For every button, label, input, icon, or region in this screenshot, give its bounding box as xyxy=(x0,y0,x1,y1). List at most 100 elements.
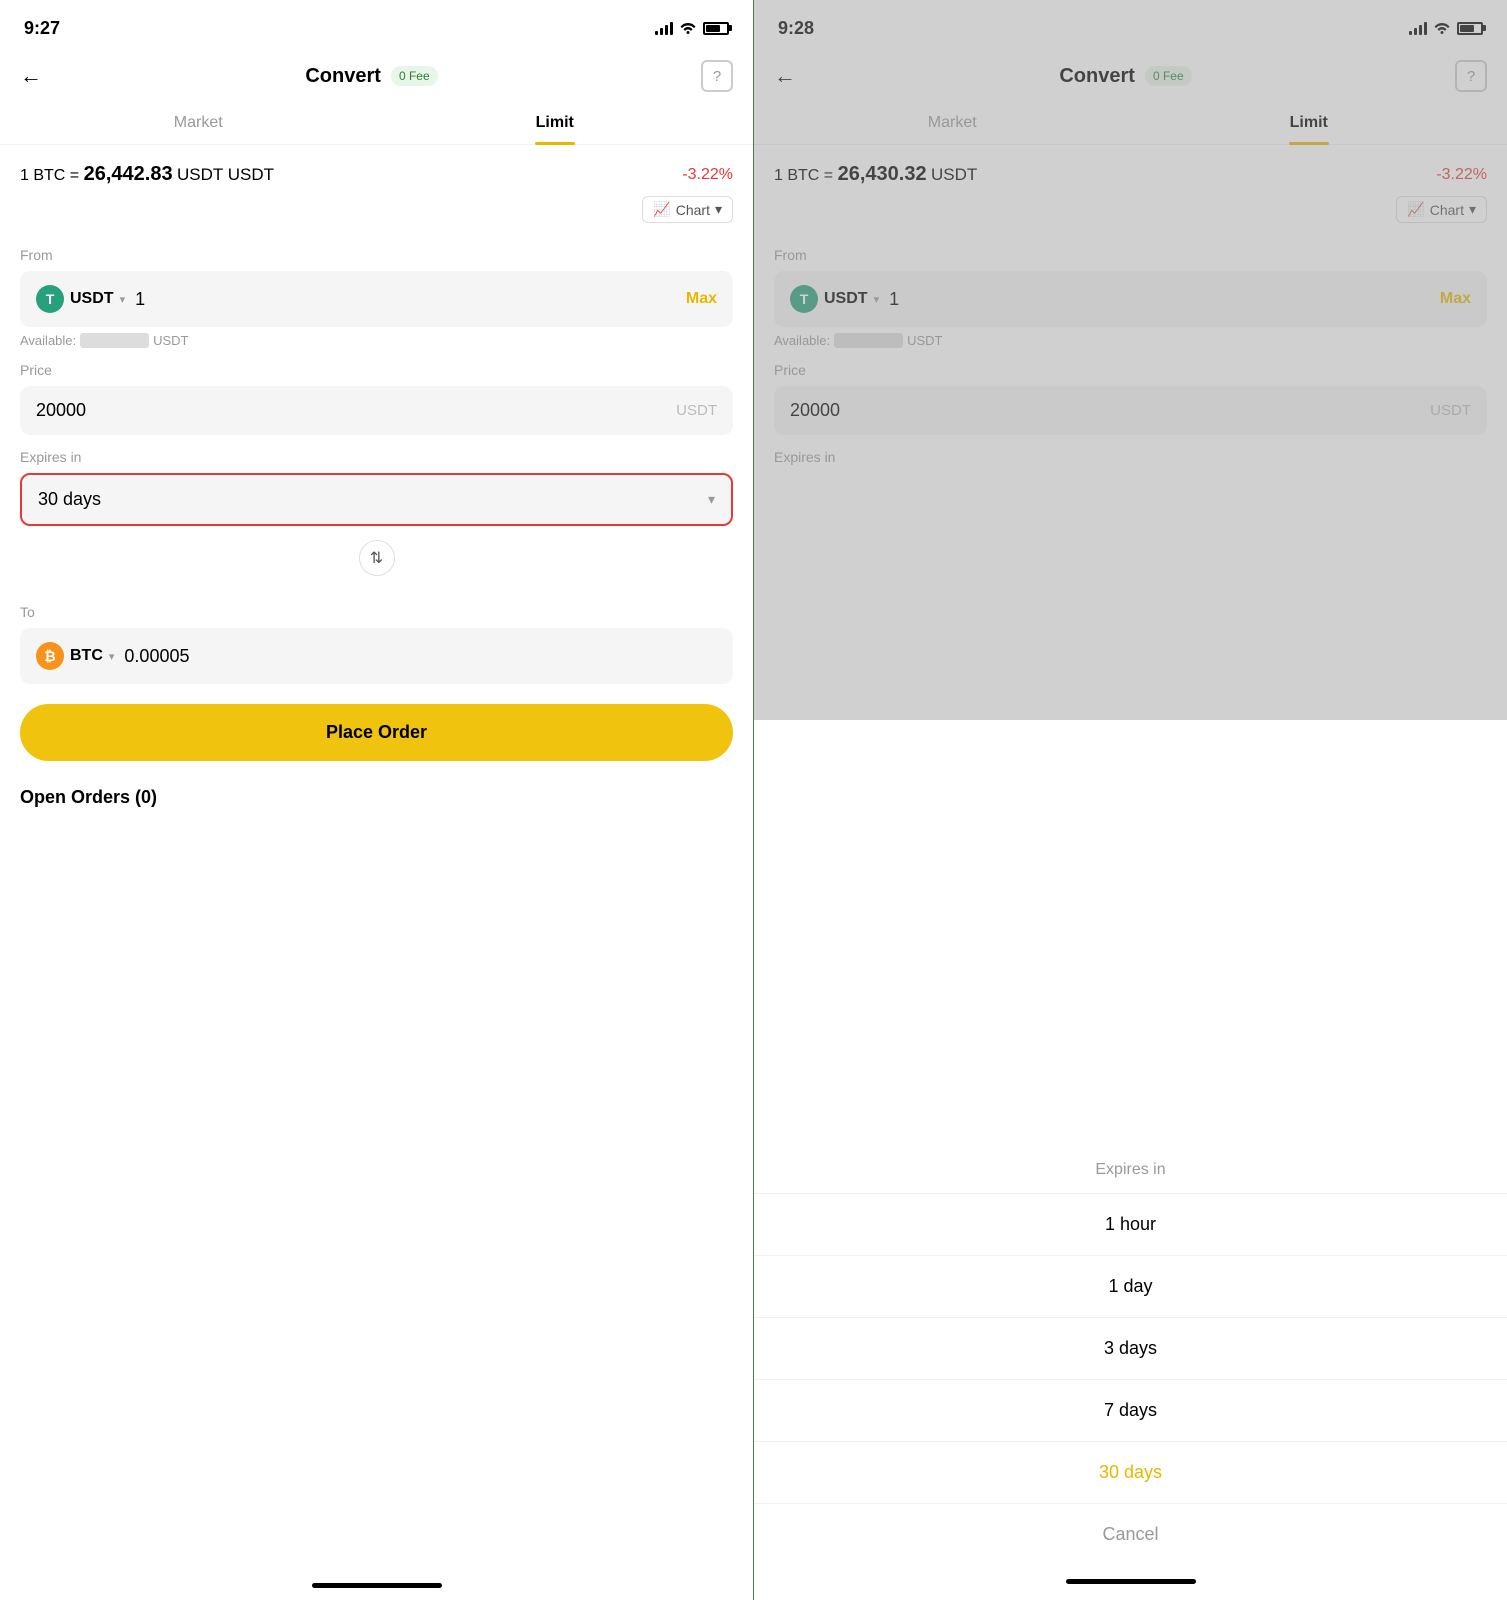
tab-market-right[interactable]: Market xyxy=(774,102,1131,144)
max-button-right[interactable]: Max xyxy=(1440,290,1471,308)
from-currency-selector-right[interactable]: T USDT ▾ xyxy=(790,285,879,313)
from-amount-input-right[interactable] xyxy=(889,289,1430,310)
price-rate-left: 26,442.83 xyxy=(84,163,173,185)
expires-section-right: Expires in xyxy=(754,435,1507,473)
back-button-right[interactable]: ← xyxy=(774,63,796,89)
chart-button-right[interactable]: 📈 Chart ▾ xyxy=(1396,196,1487,223)
status-time-right: 9:28 xyxy=(778,18,814,39)
price-suffix2-left: USDT xyxy=(228,165,274,184)
status-icons-left xyxy=(655,20,729,37)
right-screen: 9:28 ← Convert 0 Fee ? xyxy=(754,0,1507,1600)
tabs-right: Market Limit xyxy=(754,102,1507,145)
price-row-right: 1 BTC = 26,430.32 USDT -3.22% xyxy=(754,145,1507,192)
price-label-left: Price xyxy=(20,362,733,378)
to-section-left: To ₿ BTC ▾ xyxy=(0,590,753,684)
expires-dropdown-left[interactable]: 30 days ▾ xyxy=(22,475,731,524)
price-change-left: -3.22% xyxy=(682,166,733,184)
max-button-left[interactable]: Max xyxy=(686,290,717,308)
from-section-right: From T USDT ▾ Max Available: 0000 USDT xyxy=(754,233,1507,348)
btc-icon-left: ₿ xyxy=(36,642,64,670)
to-amount-input-left[interactable] xyxy=(124,646,717,667)
picker-home-area xyxy=(754,1565,1507,1600)
battery-icon-right xyxy=(1457,22,1483,35)
picker-option-1day[interactable]: 1 day xyxy=(754,1256,1507,1318)
swap-container-left: ⇅ xyxy=(0,540,753,576)
expires-label-left: Expires in xyxy=(20,449,733,465)
from-currency-selector-left[interactable]: T USDT ▾ xyxy=(36,285,125,313)
status-bar-right: 9:28 xyxy=(754,0,1507,50)
to-currency-name-left: BTC xyxy=(70,647,103,665)
picker-header-right: Expires in xyxy=(754,1139,1507,1194)
battery-icon-left xyxy=(703,22,729,35)
fee-badge-right: 0 Fee xyxy=(1145,66,1192,86)
from-amount-input-left[interactable] xyxy=(135,289,676,310)
page-title-right: Convert xyxy=(1059,65,1135,88)
available-label-right: Available: xyxy=(774,333,830,348)
home-indicator-left xyxy=(0,1567,753,1600)
to-currency-selector-left[interactable]: ₿ BTC ▾ xyxy=(36,642,114,670)
nav-header-right: ← Convert 0 Fee ? xyxy=(754,50,1507,102)
from-currency-name-right: USDT xyxy=(824,290,868,308)
chevron-icon-from-left: ▾ xyxy=(120,293,126,306)
price-section-right: Price 20000 USDT xyxy=(754,348,1507,435)
back-button-left[interactable]: ← xyxy=(20,63,42,89)
from-input-row-left: T USDT ▾ Max xyxy=(20,271,733,327)
price-unit-right: USDT xyxy=(1430,402,1471,419)
to-input-row-left: ₿ BTC ▾ xyxy=(20,628,733,684)
tab-limit-left[interactable]: Limit xyxy=(377,102,734,144)
available-text-right: Available: 0000 USDT xyxy=(774,333,1487,348)
from-currency-name-left: USDT xyxy=(70,290,114,308)
available-currency-right: USDT xyxy=(907,333,942,348)
price-suffix-left: USDT xyxy=(177,165,223,184)
picker-option-cancel[interactable]: Cancel xyxy=(754,1504,1507,1565)
picker-option-7days[interactable]: 7 days xyxy=(754,1380,1507,1442)
chevron-icon-from-right: ▾ xyxy=(874,293,880,306)
help-button-right[interactable]: ? xyxy=(1455,60,1487,92)
available-amount-left: 0000 xyxy=(80,333,149,348)
home-bar-right xyxy=(1066,1579,1196,1584)
nav-title-area-right: Convert 0 Fee xyxy=(1059,65,1191,88)
available-text-left: Available: 0000 USDT xyxy=(20,333,733,348)
price-input-value-left: 20000 xyxy=(36,400,676,421)
chart-icon-right: 📈 xyxy=(1407,201,1424,218)
place-order-label-left: Place Order xyxy=(326,722,427,742)
picker-option-3days[interactable]: 3 days xyxy=(754,1318,1507,1380)
chart-button-left[interactable]: 📈 Chart ▾ xyxy=(642,196,733,223)
place-order-button-left[interactable]: Place Order xyxy=(20,704,733,761)
price-input-row-right: 20000 USDT xyxy=(774,386,1487,435)
chevron-icon-to-left: ▾ xyxy=(109,650,115,663)
left-screen: 9:27 ← Convert 0 Fee ? xyxy=(0,0,753,1600)
price-rate-right: 26,430.32 xyxy=(838,163,927,185)
tab-limit-right[interactable]: Limit xyxy=(1131,102,1488,144)
expires-label-right: Expires in xyxy=(774,449,1487,465)
wifi-icon-left xyxy=(679,20,697,37)
expires-value-left: 30 days xyxy=(38,489,101,510)
price-input-value-right: 20000 xyxy=(790,400,1430,421)
tab-market-left[interactable]: Market xyxy=(20,102,377,144)
from-section-left: From T USDT ▾ Max Available: 0000 USDT xyxy=(0,233,753,348)
price-row-left: 1 BTC = 26,442.83 USDT USDT -3.22% xyxy=(0,145,753,192)
nav-title-area-left: Convert 0 Fee xyxy=(305,65,437,88)
price-input-row-left: 20000 USDT xyxy=(20,386,733,435)
from-input-row-right: T USDT ▾ Max xyxy=(774,271,1487,327)
from-label-right: From xyxy=(774,247,1487,263)
available-currency-left: USDT xyxy=(153,333,188,348)
chart-label-right: Chart xyxy=(1430,202,1464,218)
picker-option-30days[interactable]: 30 days xyxy=(754,1442,1507,1504)
swap-button-left[interactable]: ⇅ xyxy=(359,540,395,576)
signal-icon-left xyxy=(655,21,673,35)
chart-icon-left: 📈 xyxy=(653,201,670,218)
price-label-right: Price xyxy=(774,362,1487,378)
picker-option-1hour[interactable]: 1 hour xyxy=(754,1194,1507,1256)
expires-chevron-left: ▾ xyxy=(708,491,715,508)
price-change-right: -3.22% xyxy=(1436,166,1487,184)
help-button-left[interactable]: ? xyxy=(701,60,733,92)
expires-section-left: Expires in 30 days ▾ xyxy=(0,435,753,526)
chevron-down-icon-left: ▾ xyxy=(715,201,722,218)
help-icon-left: ? xyxy=(713,68,721,85)
price-unit-left: USDT xyxy=(676,402,717,419)
from-label-left: From xyxy=(20,247,733,263)
expires-highlighted-left: 30 days ▾ xyxy=(20,473,733,526)
to-label-left: To xyxy=(20,604,733,620)
usdt-icon-left: T xyxy=(36,285,64,313)
